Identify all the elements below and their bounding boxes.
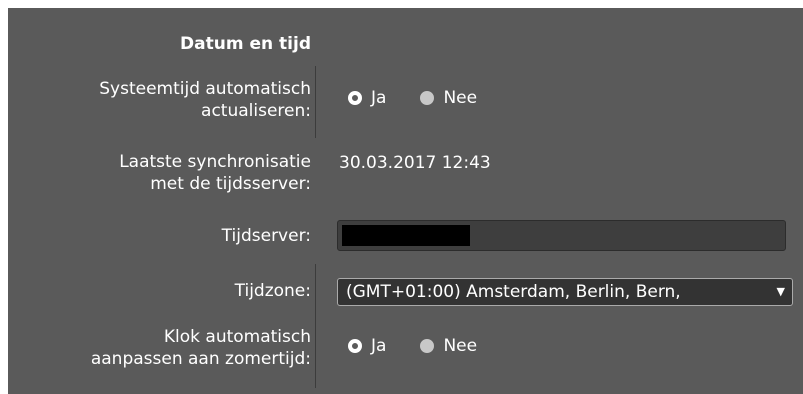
last-sync-label-line2: met de tijdsserver:: [150, 174, 311, 194]
column-divider: [315, 66, 316, 138]
dst-label-line1: Klok automatisch: [163, 327, 311, 347]
auto-update-label: Systeemtijd automatisch actualiseren:: [99, 78, 311, 122]
dst-label-line2: aanpassen aan zomertijd:: [90, 349, 311, 369]
dst-yes-option[interactable]: Ja: [348, 336, 386, 356]
timezone-label: Tijdzone:: [234, 281, 311, 301]
radio-unselected-icon[interactable]: [420, 91, 435, 105]
auto-update-yes-label: Ja: [371, 88, 387, 108]
section-title: Datum en tijd: [180, 34, 311, 54]
last-sync-value: 30.03.2017 12:43: [339, 153, 491, 173]
dst-no-label: Nee: [443, 336, 478, 356]
dst-no-option[interactable]: Nee: [420, 336, 477, 356]
chevron-down-icon: ▼: [776, 285, 785, 298]
dst-yes-label: Ja: [371, 336, 387, 356]
timezone-select[interactable]: (GMT+01:00) Amsterdam, Berlin, Bern, ▼: [337, 278, 793, 306]
auto-update-radio-group: Ja Nee: [348, 88, 511, 108]
datetime-settings-panel: Datum en tijd Systeemtijd automatisch ac…: [8, 8, 803, 394]
radio-selected-icon[interactable]: [348, 91, 362, 105]
redacted-value: [342, 225, 470, 246]
time-server-label: Tijdserver:: [221, 226, 311, 246]
last-sync-label: Laatste synchronisatie met de tijdsserve…: [119, 151, 311, 195]
auto-update-yes-option[interactable]: Ja: [348, 88, 386, 108]
auto-update-no-option[interactable]: Nee: [420, 88, 477, 108]
radio-unselected-icon[interactable]: [420, 339, 435, 353]
time-server-input[interactable]: [337, 220, 786, 251]
column-divider: [315, 264, 316, 388]
last-sync-label-line1: Laatste synchronisatie: [119, 152, 311, 172]
auto-update-no-label: Nee: [443, 88, 478, 108]
dst-label: Klok automatisch aanpassen aan zomertijd…: [91, 326, 311, 370]
radio-selected-icon[interactable]: [348, 339, 362, 353]
auto-update-label-line2: actualiseren:: [201, 101, 311, 121]
dst-radio-group: Ja Nee: [348, 336, 511, 356]
timezone-selected-value: (GMT+01:00) Amsterdam, Berlin, Bern,: [346, 282, 681, 302]
auto-update-label-line1: Systeemtijd automatisch: [99, 79, 311, 99]
